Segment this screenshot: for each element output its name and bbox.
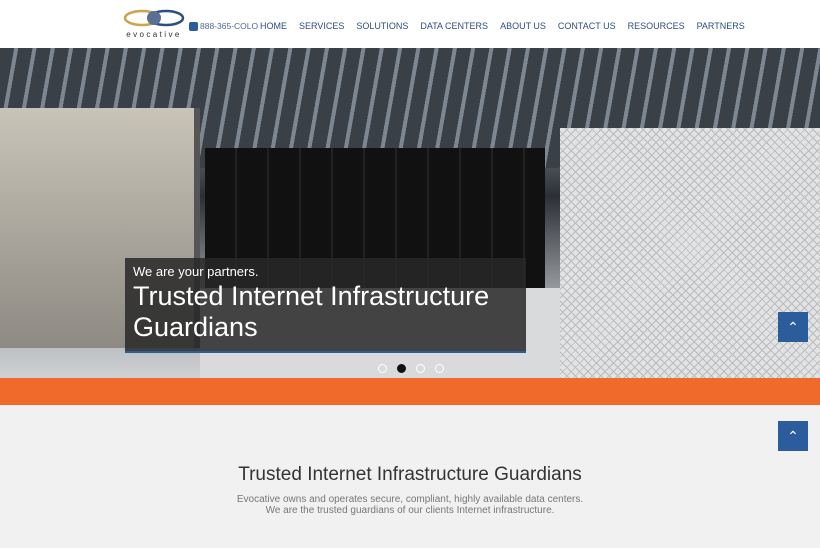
hero-subtitle: We are your partners.: [133, 264, 259, 279]
hero-caption: We are your partners. Trusted Internet I…: [125, 258, 526, 353]
logo-text: evocative: [126, 30, 182, 39]
logo-icon: [123, 9, 185, 27]
nav-solutions[interactable]: SOLUTIONS: [356, 21, 408, 31]
header: evocative 888-365-COLO HOME SERVICES SOL…: [0, 0, 820, 48]
section-title: Trusted Internet Infrastructure Guardian…: [238, 464, 582, 485]
phone-number: 888-365-COLO: [200, 21, 259, 31]
orange-band: [0, 378, 820, 405]
nav-partners[interactable]: PARTNERS: [697, 21, 745, 31]
nav-services[interactable]: SERVICES: [299, 21, 344, 31]
slide-dot-3[interactable]: [416, 364, 425, 373]
chevron-up-icon: ⌃: [787, 427, 799, 444]
slide-dot-1[interactable]: [378, 364, 387, 373]
back-to-top-button[interactable]: ⌃: [778, 312, 808, 342]
slide-dot-2[interactable]: [397, 364, 406, 373]
description-line-1: Evocative owns and operates secure, comp…: [236, 494, 584, 505]
nav-home[interactable]: HOME: [260, 21, 287, 31]
phone-link[interactable]: 888-365-COLO: [189, 21, 258, 31]
nav-resources[interactable]: RESOURCES: [628, 21, 685, 31]
main-nav: HOME SERVICES SOLUTIONS DATA CENTERS ABO…: [260, 21, 745, 31]
nav-about-us[interactable]: ABOUT US: [500, 21, 546, 31]
logo[interactable]: evocative: [122, 8, 186, 40]
phone-icon: [189, 21, 198, 31]
description-line-2: We are the trusted guardians of our clie…: [265, 505, 555, 516]
nav-contact-us[interactable]: CONTACT US: [558, 21, 616, 31]
hero-title: Trusted Internet Infrastructure Guardian…: [133, 281, 490, 342]
chevron-up-icon: ⌃: [787, 318, 799, 335]
slider-dots: [378, 364, 444, 373]
section-description: Evocative owns and operates secure, comp…: [0, 494, 820, 516]
nav-data-centers[interactable]: DATA CENTERS: [420, 21, 488, 31]
scroll-top-button[interactable]: ⌃: [778, 421, 808, 451]
slide-dot-4[interactable]: [435, 364, 444, 373]
